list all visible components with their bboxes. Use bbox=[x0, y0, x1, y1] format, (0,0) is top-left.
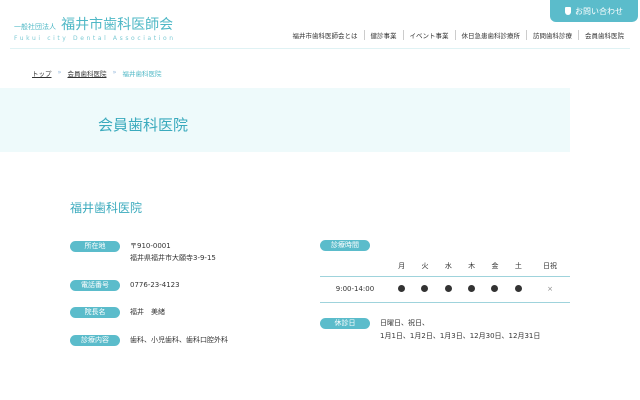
site-logo[interactable]: 一般社団法人 福井市歯科医師会 Fukui city Dental Associ… bbox=[14, 14, 176, 42]
open-dot-icon bbox=[421, 284, 429, 292]
day-header: 月 bbox=[398, 261, 406, 270]
breadcrumb: トップ » 会員歯科医院 » 福井歯科医院 bbox=[32, 68, 161, 78]
divider bbox=[10, 48, 630, 49]
nav-item[interactable]: イベント事業 bbox=[402, 30, 455, 40]
director: 福井 美緒 bbox=[130, 308, 165, 316]
nav-item[interactable]: 健診事業 bbox=[363, 30, 403, 40]
nav-item[interactable]: 会員歯科医院 bbox=[578, 30, 630, 40]
contact-label: お問い合わせ bbox=[575, 6, 623, 16]
holiday-line: 日曜日、祝日、 bbox=[380, 319, 429, 327]
hours-cell: × bbox=[530, 275, 570, 303]
org-name: 福井市歯科医師会 bbox=[61, 17, 174, 33]
info-services: 診療内容 歯科、小児歯科、歯科口腔外科 bbox=[70, 335, 228, 346]
org-type: 一般社団法人 bbox=[14, 23, 56, 31]
org-name-en: Fukui city Dental Association bbox=[14, 35, 176, 42]
day-header: 水 bbox=[444, 261, 452, 270]
hours-cell bbox=[506, 275, 530, 303]
info-address: 所在地 〒910-0001 福井県福井市大願寺3-9-15 bbox=[70, 241, 216, 264]
phone: 0776-23-4123 bbox=[130, 281, 180, 289]
breadcrumb-sep: » bbox=[112, 68, 117, 76]
info-director: 院長名 福井 美緒 bbox=[70, 307, 165, 318]
nav-item[interactable]: 休日急患歯科診療所 bbox=[454, 30, 527, 40]
contact-button[interactable]: お問い合わせ bbox=[550, 0, 638, 22]
hours-label: 診療時間 bbox=[320, 240, 370, 251]
breadcrumb-sep: » bbox=[57, 68, 62, 76]
open-dot-icon bbox=[468, 284, 476, 292]
day-header: 木 bbox=[468, 261, 476, 270]
nav-item[interactable]: 福井市歯科医師会とは bbox=[287, 30, 364, 40]
breadcrumb-home[interactable]: トップ bbox=[32, 68, 52, 78]
day-header: 日祝 bbox=[543, 261, 557, 270]
breadcrumb-parent[interactable]: 会員歯科医院 bbox=[67, 68, 106, 78]
info-label: 電話番号 bbox=[70, 280, 120, 291]
open-dot-icon bbox=[398, 284, 406, 292]
hours-cell bbox=[413, 275, 437, 303]
breadcrumb-current: 福井歯科医院 bbox=[122, 70, 162, 78]
info-label: 院長名 bbox=[70, 307, 120, 318]
holiday-line: 1月1日、1月2日、1月3日、12月30日、12月31日 bbox=[380, 332, 541, 340]
page-title: 会員歯科医院 bbox=[98, 116, 189, 134]
hours-time: 9:00-14:00 bbox=[320, 275, 390, 303]
open-dot-icon bbox=[444, 284, 452, 292]
open-dot-icon bbox=[514, 284, 522, 292]
hours-cell bbox=[436, 275, 460, 303]
hours-cell bbox=[483, 275, 507, 303]
postal-code: 〒910-0001 bbox=[130, 242, 171, 250]
holiday-label: 休診日 bbox=[320, 318, 370, 329]
info-phone: 電話番号 0776-23-4123 bbox=[70, 280, 180, 291]
nav-item[interactable]: 訪問歯科診療 bbox=[526, 30, 578, 40]
hours-cell bbox=[459, 275, 484, 303]
hours-cell bbox=[390, 275, 414, 303]
hours-table: 月 火 水 木 金 土 日祝 9:00-14:00 × bbox=[320, 256, 570, 303]
open-dot-icon bbox=[491, 284, 499, 292]
clinic-name: 福井歯科医院 bbox=[70, 201, 143, 215]
main-nav: 福井市歯科医師会とは 健診事業 イベント事業 休日急患歯科診療所 訪問歯科診療 … bbox=[287, 30, 631, 40]
services: 歯科、小児歯科、歯科口腔外科 bbox=[130, 336, 228, 344]
info-label: 診療内容 bbox=[70, 335, 120, 346]
day-header: 土 bbox=[514, 261, 522, 270]
day-header: 金 bbox=[491, 261, 499, 270]
contact-icon bbox=[565, 7, 571, 15]
day-header: 火 bbox=[421, 261, 429, 270]
page-hero: 会員歯科医院 bbox=[0, 88, 570, 152]
address: 福井県福井市大願寺3-9-15 bbox=[130, 254, 216, 262]
info-label: 所在地 bbox=[70, 241, 120, 252]
